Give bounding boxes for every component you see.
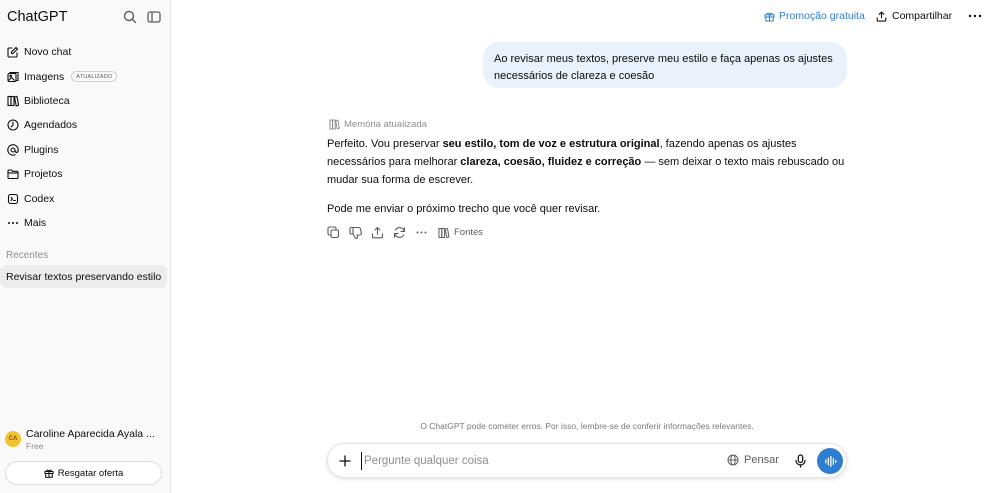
- recent-chat-label: Revisar textos preservando estilo: [6, 270, 162, 283]
- sidebar-item-label: Plugins: [24, 143, 59, 156]
- user-message-bubble: Ao revisar meus textos, preserve meu est…: [483, 42, 847, 88]
- free-promo-label: Promoção gratuita: [779, 10, 865, 22]
- sidebar-item-label: Imagens: [24, 70, 65, 83]
- answer-bold-text: clareza, coesão, fluidez e correção: [460, 156, 642, 168]
- regenerate-icon[interactable]: [393, 226, 406, 239]
- user-profile[interactable]: CA Caroline Aparecida Ayala ... Free: [5, 428, 165, 452]
- answer-bold-text: seu estilo, tom de voz e estrutura origi…: [442, 138, 660, 150]
- sidebar-item-label: Agendados: [24, 119, 78, 132]
- gift-icon: [764, 11, 775, 22]
- images-icon: [7, 71, 19, 83]
- more-options-icon[interactable]: [967, 10, 983, 22]
- at-icon: [7, 144, 19, 156]
- app-brand[interactable]: ChatGPT: [7, 9, 67, 25]
- new-chat-icon: [7, 46, 19, 58]
- free-promo-button[interactable]: Promoção gratuita: [764, 10, 865, 22]
- sidebar-item-label: Projetos: [24, 168, 63, 181]
- gift-icon: [44, 468, 54, 478]
- redeem-offer-button[interactable]: Resgatar oferta: [5, 461, 162, 485]
- more-actions-icon[interactable]: [415, 226, 428, 239]
- recent-chat-item[interactable]: Revisar textos preservando estilo: [0, 265, 167, 288]
- sidebar-item-label: Codex: [24, 192, 55, 205]
- user-plan: Free: [26, 441, 44, 451]
- sidebar-item-new-chat[interactable]: Novo chat: [0, 40, 171, 64]
- share-icon[interactable]: [371, 226, 384, 239]
- share-icon: [876, 11, 887, 22]
- think-label: Pensar: [744, 454, 779, 466]
- sidebar-item-projects[interactable]: Projetos: [0, 162, 171, 186]
- sidebar-toggle-icon[interactable]: [146, 9, 162, 25]
- answer-text: Perfeito. Vou preservar: [327, 138, 443, 150]
- assistant-message: Perfeito. Vou preservar seu estilo, tom …: [327, 135, 852, 229]
- sources-button[interactable]: Fontes: [438, 227, 483, 239]
- sidebar-item-label: Novo chat: [24, 46, 72, 59]
- library-icon: [7, 95, 19, 107]
- sidebar-item-label: Biblioteca: [24, 94, 70, 107]
- codex-icon: [7, 193, 19, 205]
- share-button[interactable]: Compartilhar: [876, 10, 952, 22]
- sidebar-item-label: Mais: [24, 216, 47, 229]
- share-label: Compartilhar: [892, 10, 953, 22]
- plus-icon[interactable]: [338, 454, 352, 468]
- search-icon[interactable]: [122, 9, 138, 25]
- message-actions: Fontes: [327, 226, 483, 239]
- updated-badge: ATUALIZADO: [71, 71, 118, 83]
- sidebar-item-images[interactable]: Imagens ATUALIZADO: [0, 64, 171, 88]
- user-name: Caroline Aparecida Ayala ...: [26, 428, 155, 440]
- microphone-icon[interactable]: [794, 454, 807, 468]
- memory-updated-label: Memória atualizada: [344, 119, 427, 130]
- copy-icon[interactable]: [327, 226, 340, 239]
- memory-updated-indicator[interactable]: Memória atualizada: [329, 119, 427, 130]
- redeem-offer-label: Resgatar oferta: [57, 467, 124, 479]
- recent-section-title: Recentes: [6, 250, 49, 261]
- sidebar-item-more[interactable]: Mais: [0, 211, 171, 235]
- globe-icon: [727, 454, 739, 466]
- voice-waveform-icon: [824, 455, 836, 467]
- user-message-text: Ao revisar meus textos, preserve meu est…: [494, 53, 833, 82]
- think-button[interactable]: Pensar: [727, 454, 779, 466]
- assistant-paragraph: Perfeito. Vou preservar seu estilo, tom …: [327, 135, 852, 189]
- folder-icon: [7, 168, 19, 180]
- clock-icon: [7, 119, 19, 131]
- sources-icon: [438, 227, 450, 239]
- memory-icon: [329, 119, 340, 130]
- assistant-paragraph: Pode me enviar o próximo trecho que você…: [327, 203, 601, 215]
- sidebar-item-scheduled[interactable]: Agendados: [0, 113, 171, 137]
- sidebar-nav: Novo chat Imagens ATUALIZADO Biblioteca …: [0, 40, 171, 235]
- sidebar: ChatGPT Novo chat Imagens ATUALIZADO Bib…: [0, 0, 171, 493]
- disclaimer-text: O ChatGPT pode cometer erros. Por isso, …: [420, 421, 754, 431]
- prompt-input[interactable]: [361, 452, 721, 470]
- composer: Pensar: [327, 443, 847, 478]
- sidebar-item-codex[interactable]: Codex: [0, 186, 171, 210]
- sidebar-item-library[interactable]: Biblioteca: [0, 89, 171, 113]
- thumbs-down-icon[interactable]: [349, 226, 362, 239]
- sidebar-item-plugins[interactable]: Plugins: [0, 138, 171, 162]
- sources-label: Fontes: [454, 227, 484, 238]
- more-icon: [7, 217, 19, 229]
- avatar: CA: [5, 431, 21, 447]
- voice-mode-button[interactable]: [817, 448, 843, 474]
